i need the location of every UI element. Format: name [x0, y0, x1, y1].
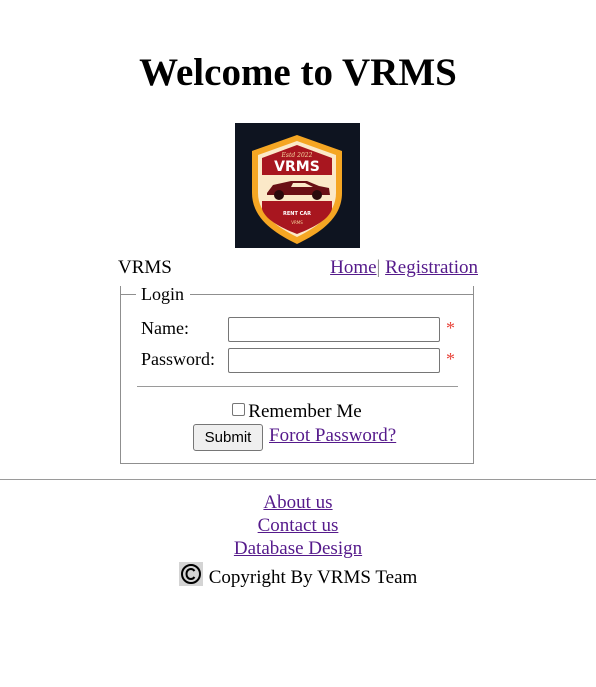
remember-me-row: Remember Me [121, 401, 473, 423]
name-input[interactable] [228, 317, 440, 342]
page-divider [0, 479, 596, 480]
footer-about: About us [0, 492, 596, 514]
submit-button[interactable]: Submit [193, 424, 263, 451]
copyright-text: Copyright By VRMS Team [208, 567, 418, 588]
name-required-mark: * [446, 318, 455, 338]
page-title: Welcome to VRMS [139, 51, 457, 94]
password-input[interactable] [228, 348, 440, 373]
svg-text:VRMS: VRMS [291, 220, 303, 225]
vrms-logo: Estd 2022 VRMS RENT CAR VRMS [235, 123, 360, 248]
footer-contact: Contact us [0, 515, 596, 537]
remember-me-label: Remember Me [248, 401, 362, 422]
copyright-line: Copyright By VRMS Team [0, 562, 596, 590]
login-divider [137, 386, 458, 387]
forgot-password-link[interactable]: Forot Password? [269, 425, 396, 447]
name-label: Name: [141, 318, 189, 338]
svg-text:Estd 2022: Estd 2022 [281, 152, 313, 159]
database-design-link[interactable]: Database Design [234, 538, 362, 559]
remember-me-checkbox[interactable] [232, 403, 246, 416]
nav-separator: | [376, 257, 381, 278]
contact-us-link[interactable]: Contact us [258, 515, 339, 536]
nav-links: Home| Registration [330, 256, 478, 280]
top-nav: VRMS Home| Registration [118, 256, 478, 280]
footer-database: Database Design [0, 538, 596, 560]
svg-text:RENT CAR: RENT CAR [283, 211, 311, 217]
svg-text:VRMS: VRMS [274, 159, 320, 175]
password-label: Password: [141, 349, 216, 369]
copyright-icon [178, 562, 203, 586]
nav-brand: VRMS [118, 257, 172, 278]
password-required-mark: * [446, 349, 455, 369]
login-legend: Login [141, 284, 184, 304]
login-fieldset: Login Name: * Password: * Remember Me Su… [120, 284, 474, 464]
about-us-link[interactable]: About us [263, 492, 332, 513]
home-link[interactable]: Home [330, 257, 376, 278]
car-shield-logo-icon: Estd 2022 VRMS RENT CAR VRMS [252, 135, 342, 244]
registration-link[interactable]: Registration [385, 257, 478, 278]
